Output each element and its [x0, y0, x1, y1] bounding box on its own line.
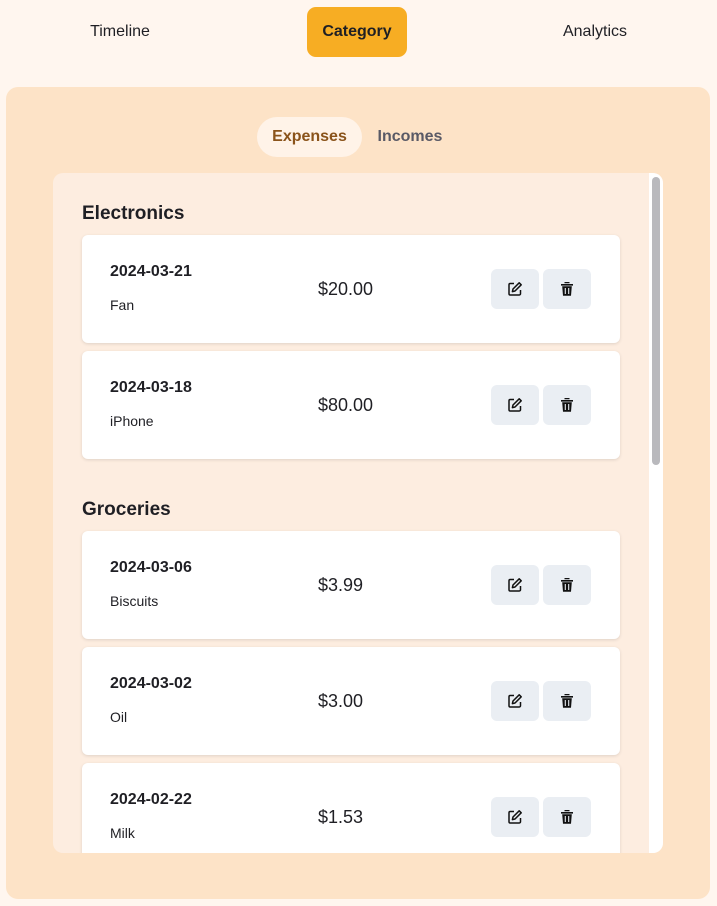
- category-list[interactable]: Electronics 2024-03-21 Fan $20.00 2024-0…: [53, 173, 663, 853]
- entry-card: 2024-03-02 Oil $3.00: [82, 647, 620, 755]
- entry-card: 2024-02-22 Milk $1.53: [82, 763, 620, 853]
- trash-icon: [561, 694, 573, 708]
- delete-button[interactable]: [543, 385, 591, 425]
- entry-card: 2024-03-21 Fan $20.00: [82, 235, 620, 343]
- scrollbar-thumb[interactable]: [652, 177, 660, 465]
- entry-date: 2024-03-02: [110, 675, 192, 692]
- entry-amount: $3.99: [318, 575, 364, 595]
- entry-amount: $20.00: [318, 279, 374, 299]
- category-heading: Groceries: [82, 499, 171, 520]
- trash-icon: [561, 810, 573, 824]
- edit-icon: [508, 578, 522, 592]
- entry-date: 2024-02-22: [110, 791, 192, 808]
- entry-date: 2024-03-06: [110, 559, 192, 576]
- category-heading: Electronics: [82, 203, 185, 224]
- trash-icon: [561, 398, 573, 412]
- entry-date: 2024-03-21: [110, 263, 192, 280]
- delete-button[interactable]: [543, 681, 591, 721]
- edit-button[interactable]: [491, 269, 539, 309]
- entry-card: 2024-03-18 iPhone $80.00: [82, 351, 620, 459]
- entry-card: 2024-03-06 Biscuits $3.99: [82, 531, 620, 639]
- top-navigation: Timeline Category Analytics: [0, 0, 717, 70]
- trash-icon: [561, 578, 573, 592]
- entry-description: Biscuits: [110, 593, 159, 609]
- nav-timeline[interactable]: Timeline: [75, 7, 165, 57]
- delete-button[interactable]: [543, 269, 591, 309]
- nav-category[interactable]: Category: [307, 7, 407, 57]
- entry-amount: $1.53: [318, 807, 364, 827]
- delete-button[interactable]: [543, 565, 591, 605]
- entry-description: Milk: [110, 825, 135, 841]
- edit-icon: [508, 810, 522, 824]
- edit-button[interactable]: [491, 565, 539, 605]
- entry-description: Fan: [110, 297, 135, 313]
- nav-analytics[interactable]: Analytics: [550, 7, 640, 57]
- tab-incomes[interactable]: Incomes: [366, 117, 454, 157]
- entry-description: iPhone: [110, 413, 154, 429]
- type-tabs: Expenses Incomes: [6, 117, 710, 157]
- delete-button[interactable]: [543, 797, 591, 837]
- entry-amount: $80.00: [318, 395, 374, 415]
- category-panel: Expenses Incomes Electronics 2024-03-21 …: [6, 87, 710, 899]
- edit-button[interactable]: [491, 681, 539, 721]
- edit-button[interactable]: [491, 797, 539, 837]
- trash-icon: [561, 282, 573, 296]
- edit-button[interactable]: [491, 385, 539, 425]
- scrollbar[interactable]: [649, 173, 663, 853]
- tab-expenses[interactable]: Expenses: [257, 117, 362, 157]
- entry-date: 2024-03-18: [110, 379, 192, 396]
- edit-icon: [508, 282, 522, 296]
- edit-icon: [508, 694, 522, 708]
- entry-description: Oil: [110, 709, 128, 725]
- entry-amount: $3.00: [318, 691, 364, 711]
- edit-icon: [508, 398, 522, 412]
